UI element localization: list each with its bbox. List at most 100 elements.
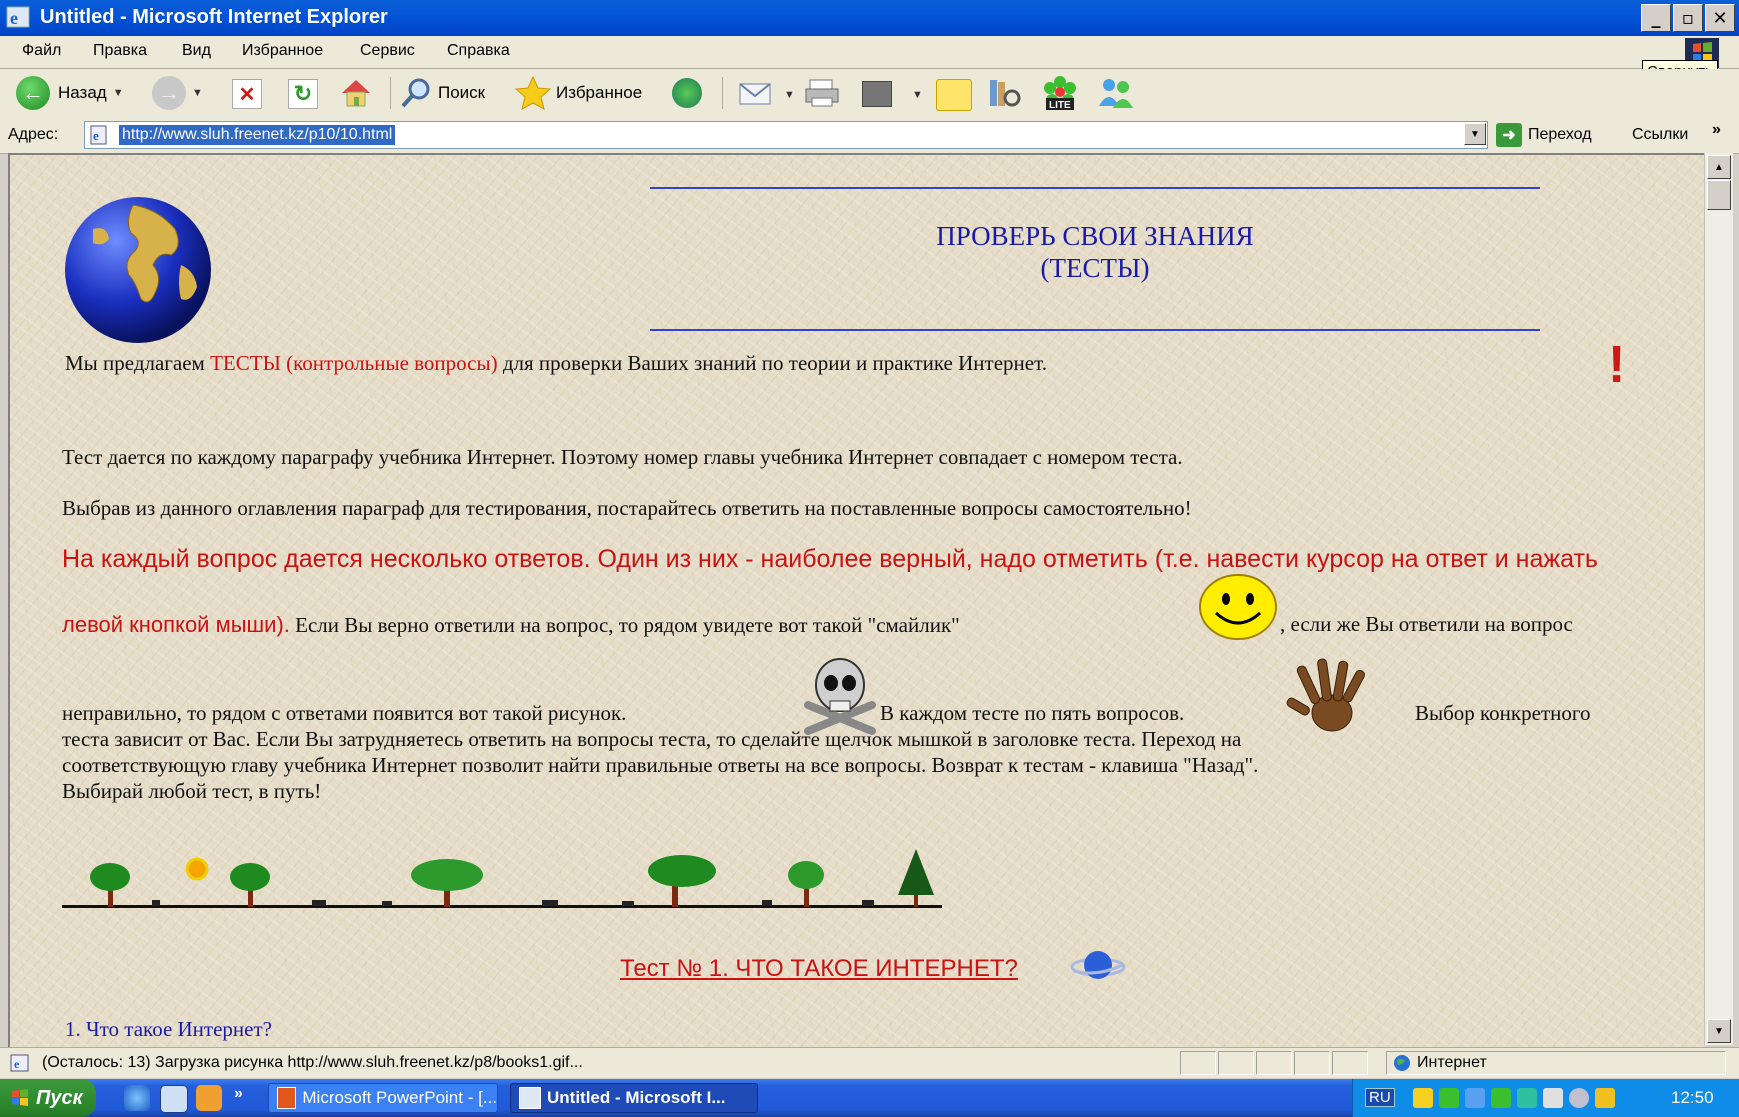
bottom-rule <box>650 329 1540 331</box>
menu-edit[interactable]: Правка <box>93 42 147 60</box>
address-url: http://www.sluh.freenet.kz/p10/10.html <box>119 125 396 145</box>
paragraph-7: теста зависит от Вас. Если Вы затрудняет… <box>62 727 1242 751</box>
svg-text:e: e <box>14 1057 20 1071</box>
paragraph-6-mid: В каждом тесте по пять вопросов. <box>880 701 1185 725</box>
svg-text:LITE: LITE <box>1049 100 1071 111</box>
search-icon <box>401 78 430 108</box>
menu-view[interactable]: Вид <box>182 42 211 60</box>
forward-button[interactable]: → ▼ <box>152 76 203 110</box>
page-loading-icon: e <box>10 1054 29 1072</box>
quicklaunch-media-icon[interactable] <box>196 1085 222 1111</box>
paragraph-5-mid: Если Вы верно ответили на вопрос, то ряд… <box>289 613 960 637</box>
address-field[interactable]: e http://www.sluh.freenet.kz/p10/10.html… <box>84 121 1488 149</box>
start-button[interactable]: Пуск <box>0 1079 96 1117</box>
paragraph-4-red: На каждый вопрос дается несколько ответо… <box>62 545 1598 573</box>
tray-icon-2[interactable] <box>1439 1088 1459 1108</box>
tray-icon-icq[interactable] <box>1491 1088 1511 1108</box>
refresh-icon[interactable]: ↻ <box>288 79 318 109</box>
paragraph-5: левой кнопкой мыши). Если Вы верно ответ… <box>62 612 960 638</box>
tray-icon-6[interactable] <box>1543 1088 1563 1108</box>
ie-icon: e <box>6 6 30 28</box>
go-button[interactable]: ➜ Переход <box>1496 123 1592 147</box>
paragraph-9: Выбирай любой тест, в путь! <box>62 779 322 803</box>
tree-icon <box>90 863 130 907</box>
taskbar: Пуск » Microsoft PowerPoint - [... Untit… <box>0 1079 1739 1117</box>
tray-icon-7[interactable] <box>1569 1088 1589 1108</box>
back-button[interactable]: ← Назад ▼ <box>16 76 124 110</box>
go-arrow-icon: ➜ <box>1496 123 1522 147</box>
favorites-button[interactable]: Избранное <box>514 75 642 111</box>
planet-icon <box>1070 951 1126 979</box>
vertical-scrollbar[interactable]: ▲ ▼ <box>1704 153 1733 1045</box>
tray-icon-1[interactable] <box>1413 1088 1433 1108</box>
status-text: (Осталось: 13) Загрузка рисунка http://w… <box>42 1054 583 1071</box>
stop-icon[interactable]: ✕ <box>232 79 262 109</box>
toolbar: ← Назад ▼ → ▼ ✕ ↻ Поиск Избранное ▼ ▼ LI… <box>0 69 1739 118</box>
windows-flag-icon <box>12 1089 28 1106</box>
quicklaunch-desktop-icon[interactable] <box>160 1085 188 1113</box>
taskbar-item-label: Microsoft PowerPoint - [... <box>302 1088 497 1107</box>
tray-icon-8[interactable] <box>1595 1088 1615 1108</box>
zone-label: Интернет <box>1417 1054 1487 1071</box>
menu-tools[interactable]: Сервис <box>360 42 415 60</box>
scroll-thumb[interactable] <box>1707 180 1731 210</box>
scroll-up-button[interactable]: ▲ <box>1707 155 1731 179</box>
quicklaunch-ie-icon[interactable] <box>124 1085 150 1111</box>
dropdown-arrow-icon[interactable]: ▼ <box>912 89 923 101</box>
status-bar: e (Осталось: 13) Загрузка рисунка http:/… <box>0 1047 1739 1078</box>
research-icon[interactable] <box>986 76 1022 110</box>
mail-icon[interactable] <box>738 78 774 108</box>
icq-lite-icon[interactable]: LITE <box>1040 74 1080 112</box>
top-rule <box>650 187 1540 189</box>
taskbar-item-ie[interactable]: Untitled - Microsoft I... <box>510 1083 758 1113</box>
edit-icon[interactable] <box>862 81 892 107</box>
minimize-button[interactable]: _ <box>1641 4 1671 32</box>
taskbar-item-powerpoint[interactable]: Microsoft PowerPoint - [... <box>268 1083 498 1113</box>
history-icon[interactable] <box>672 78 702 108</box>
svg-text:e: e <box>93 128 99 143</box>
scroll-down-button[interactable]: ▼ <box>1707 1019 1731 1043</box>
quicklaunch-chevron[interactable]: » <box>234 1085 243 1103</box>
back-label: Назад <box>58 83 107 102</box>
menu-help[interactable]: Справка <box>447 42 510 60</box>
search-button[interactable]: Поиск <box>400 77 485 109</box>
tray-icon-5[interactable] <box>1517 1088 1537 1108</box>
dropdown-arrow-icon[interactable]: ▼ <box>192 87 203 99</box>
paragraph-8: соответствующую главу учебника Интернет … <box>62 753 1259 777</box>
paragraph-2: Тест дается по каждому параграфу учебник… <box>62 445 1183 469</box>
paragraph-5-end: , если же Вы ответили на вопрос <box>1280 612 1573 636</box>
page-icon: e <box>90 125 107 145</box>
maximize-button[interactable]: ▫ <box>1673 4 1703 32</box>
address-dropdown-button[interactable]: ▼ <box>1464 123 1486 145</box>
test-1-link[interactable]: Тест № 1. ЧТО ТАКОЕ ИНТЕРНЕТ? <box>620 955 1018 983</box>
menu-bar: Файл Правка Вид Избранное Сервис Справка <box>0 36 1739 69</box>
paragraph-6-end: Выбор конкретного <box>1415 701 1591 725</box>
links-button[interactable]: Ссылки <box>1632 126 1688 144</box>
menu-favorites[interactable]: Избранное <box>242 42 323 60</box>
page-subtitle: (ТЕСТЫ) <box>1040 253 1150 283</box>
language-indicator[interactable]: RU <box>1365 1088 1395 1107</box>
search-label: Поиск <box>438 83 486 102</box>
close-button[interactable]: ✕ <box>1705 4 1735 32</box>
paragraph-5-red: левой кнопкой мыши). <box>62 612 290 637</box>
waving-hand-icon <box>1286 658 1366 732</box>
title-bar: e Untitled - Microsoft Internet Explorer… <box>0 0 1739 36</box>
dropdown-arrow-icon[interactable]: ▼ <box>113 87 124 99</box>
question-1-link[interactable]: 1. Что такое Интернет? <box>65 1017 272 1042</box>
ie-task-icon <box>519 1087 541 1109</box>
window-title: Untitled - Microsoft Internet Explorer <box>40 6 388 28</box>
tray-icon-3[interactable] <box>1465 1088 1485 1108</box>
favorites-label: Избранное <box>556 83 643 102</box>
print-icon[interactable] <box>804 78 840 108</box>
menu-file[interactable]: Файл <box>22 42 61 60</box>
messenger-icon[interactable] <box>1096 76 1136 110</box>
smiley-icon <box>1199 574 1277 640</box>
globe-icon <box>65 197 211 343</box>
status-panels <box>1180 1051 1368 1075</box>
links-chevron-icon[interactable]: » <box>1712 121 1721 139</box>
skull-icon <box>804 658 876 735</box>
home-icon[interactable] <box>338 76 374 110</box>
discuss-icon[interactable] <box>936 79 972 111</box>
dropdown-arrow-icon[interactable]: ▼ <box>784 89 795 101</box>
exclamation-mark: ! <box>1608 336 1626 394</box>
